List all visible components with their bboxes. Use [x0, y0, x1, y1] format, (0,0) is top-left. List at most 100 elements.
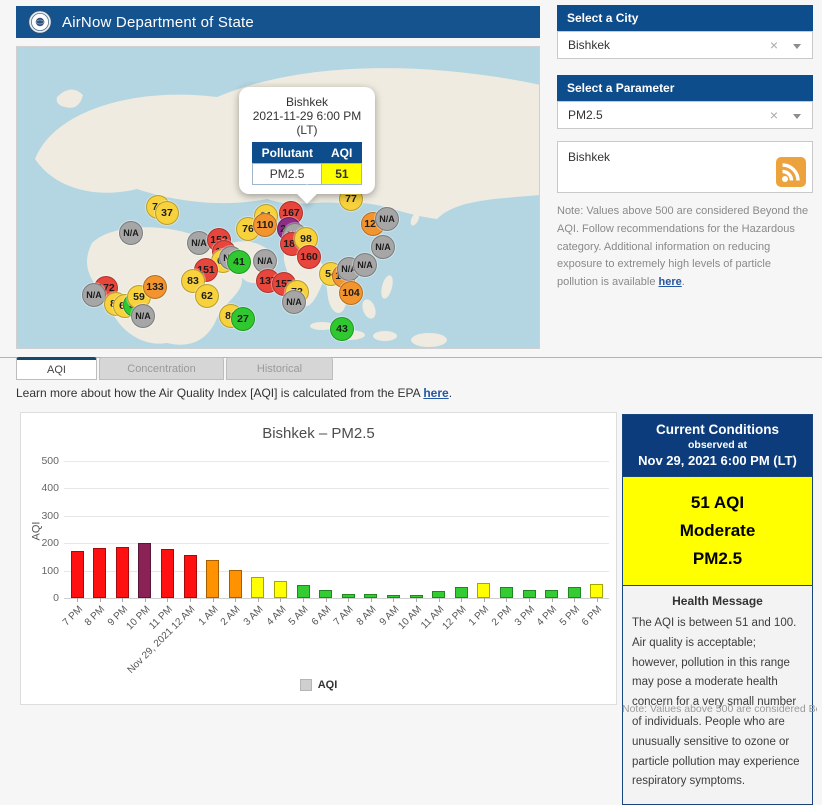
parameter-select[interactable]: PM2.5 ×: [557, 101, 813, 129]
learn-more-link[interactable]: here: [423, 386, 448, 400]
chart-bar[interactable]: [138, 542, 152, 598]
map-marker[interactable]: 27: [231, 307, 255, 331]
current-aqi-block: 51 AQI Moderate PM2.5: [623, 477, 812, 587]
chart-x-tick: [393, 598, 395, 602]
current-aqi-pollutant: PM2.5: [692, 549, 743, 569]
chart-gridline: [64, 461, 609, 462]
map-marker[interactable]: 41: [227, 250, 251, 274]
chart-x-tick: [461, 598, 463, 602]
popup-city: Bishkek: [285, 95, 329, 109]
chart-bar[interactable]: [93, 547, 107, 598]
health-message-title: Health Message: [672, 594, 763, 609]
map-marker[interactable]: 104: [339, 281, 363, 305]
chart-x-tick: [348, 598, 350, 602]
health-message-section: Health Message The AQI is between 51 and…: [623, 586, 812, 804]
chart-bar[interactable]: [273, 580, 287, 598]
chart-x-tick: [122, 598, 124, 602]
chart-x-tick: [280, 598, 282, 602]
current-conditions-header: Current Conditions observed at Nov 29, 2…: [623, 415, 812, 477]
current-conditions-panel: Current Conditions observed at Nov 29, 2…: [622, 414, 813, 805]
learn-more-text: Learn more about how the Air Quality Ind…: [16, 386, 452, 400]
chart-x-label: 8 PM: [83, 604, 108, 629]
chart-x-tick: [416, 598, 417, 602]
chart-bar[interactable]: [160, 549, 174, 598]
chart-y-tick: 100: [41, 564, 59, 577]
map-marker[interactable]: 43: [330, 317, 354, 341]
chart-bar[interactable]: [454, 586, 468, 598]
map-marker[interactable]: N/A: [131, 304, 155, 328]
chart-x-tick: [99, 598, 101, 602]
chart-x-tick: [574, 598, 576, 602]
chart-bar[interactable]: [228, 570, 242, 598]
chart-y-tick: 400: [41, 482, 59, 495]
chart-bar[interactable]: [296, 585, 310, 598]
chart-bar[interactable]: [477, 583, 491, 598]
city-caret-icon[interactable]: [793, 44, 801, 49]
chart-x-tick: [212, 598, 214, 602]
page: AirNow Department of State 7237N/AN/A769…: [0, 0, 822, 805]
popup-timezone: (LT): [296, 123, 318, 137]
app-header: AirNow Department of State: [16, 6, 540, 38]
tab-aqi[interactable]: AQI: [16, 357, 97, 380]
chart-bar[interactable]: [319, 590, 333, 598]
map-marker[interactable]: 110: [253, 213, 277, 237]
chart-x-tick: [438, 598, 440, 602]
chart-x-label: 1 AM: [196, 604, 221, 628]
chart-x-label: 4 PM: [535, 604, 560, 629]
parameter-clear-icon[interactable]: ×: [770, 102, 778, 128]
observed-datetime: Nov 29, 2021 6:00 PM (LT): [638, 453, 797, 468]
map-marker[interactable]: N/A: [371, 235, 395, 259]
city-select[interactable]: Bishkek ×: [557, 31, 813, 59]
aqi-map[interactable]: 7237N/AN/A7691110167215N/A18098160152149…: [16, 46, 540, 349]
map-marker[interactable]: 133: [143, 275, 167, 299]
chart-bar[interactable]: [499, 586, 513, 598]
map-marker[interactable]: N/A: [375, 207, 399, 231]
map-marker[interactable]: 37: [155, 201, 179, 225]
chart-y-tick: 500: [41, 455, 59, 467]
map-marker[interactable]: 160: [297, 245, 321, 269]
parameter-caret-icon[interactable]: [793, 114, 801, 119]
chart-x-label: 7 PM: [60, 604, 85, 629]
chart-bar[interactable]: [115, 547, 129, 598]
legend-swatch: [299, 679, 312, 691]
city-clear-icon[interactable]: ×: [770, 32, 778, 58]
chart-x-label: 6 AM: [309, 604, 334, 628]
chart-bar[interactable]: [545, 589, 559, 598]
chart-bar[interactable]: [70, 550, 84, 598]
map-marker[interactable]: N/A: [353, 253, 377, 277]
sidebar-note-link[interactable]: here: [659, 276, 682, 288]
chart-x-tick: [190, 598, 191, 602]
chart-x-tick: [325, 598, 327, 602]
chart-x-tick: [303, 598, 304, 602]
rss-icon[interactable]: [776, 157, 806, 187]
map-marker[interactable]: N/A: [282, 290, 306, 314]
chart-bar[interactable]: [432, 591, 446, 598]
tab-historical[interactable]: Historical: [226, 357, 333, 380]
map-marker[interactable]: N/A: [119, 221, 143, 245]
chart-bar[interactable]: [206, 559, 220, 598]
chart-x-tick: [257, 598, 259, 602]
tab-concentration[interactable]: Concentration: [99, 357, 224, 380]
chart-x-tick: [235, 598, 237, 602]
chart-x-label: 10 AM: [395, 604, 424, 632]
map-marker[interactable]: N/A: [82, 283, 106, 307]
chart-x-label: 1 PM: [467, 604, 492, 629]
sidebar-note: Note: Values above 500 are considered Be…: [557, 203, 815, 292]
chart-bar[interactable]: [567, 587, 581, 598]
current-aqi-value: 51 AQI: [690, 493, 745, 512]
clipped-bottom-note: Note: Values above 500 are considered Be…: [622, 703, 817, 715]
chart-y-tick: 300: [41, 509, 59, 522]
chart-bar[interactable]: [251, 576, 265, 598]
chart-bar[interactable]: [183, 554, 197, 598]
chart-x-tick: [483, 598, 485, 602]
chart-bar[interactable]: [590, 584, 604, 598]
chart-x-tick: [596, 598, 598, 602]
popup-datetime: 2021-11-29 6:00 PM: [252, 109, 362, 123]
popup-pollutant-value: PM2.5: [251, 163, 323, 185]
map-marker[interactable]: 62: [195, 284, 219, 308]
chart-bar[interactable]: [522, 589, 536, 598]
chart-title: Bishkek – PM2.5: [262, 425, 375, 442]
chart-x-label: 2 PM: [489, 604, 515, 629]
chart-x-label: 10 PM: [124, 604, 153, 633]
chart-y-tick: 0: [53, 592, 59, 604]
